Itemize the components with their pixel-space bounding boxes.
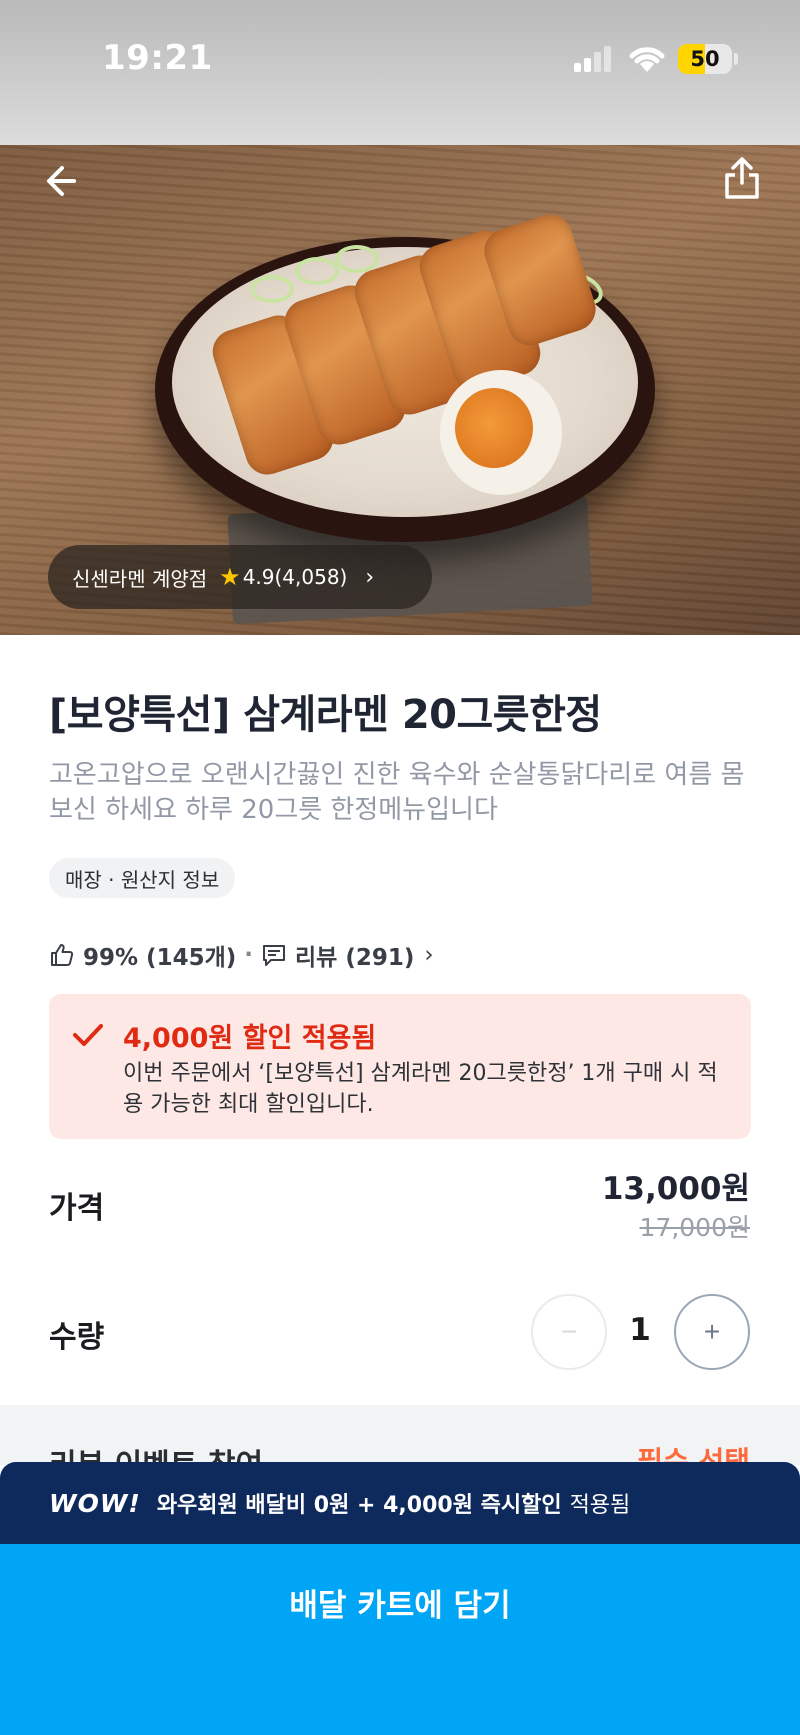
quantity-label: 수량 xyxy=(49,1320,105,1355)
review-count: 리뷰 (291) xyxy=(295,945,415,971)
wow-applied-text: 적용됨 xyxy=(569,1493,631,1518)
discount-notice: 4,000원 할인 적용됨 이번 주문에서 ‘[보양특선] 삼계라멘 20그릇한… xyxy=(49,994,751,1139)
share-icon[interactable] xyxy=(718,153,766,201)
wow-logo: WOW! xyxy=(49,1488,141,1518)
like-percentage: 99% (145개) xyxy=(83,945,237,971)
thumbs-up-icon xyxy=(51,944,74,966)
price-label: 가격 xyxy=(49,1191,105,1226)
store-info-button[interactable]: 신센라멘 계양점 ★ 4.9(4,058) › xyxy=(48,545,432,609)
wow-benefit-text: 와우회원 배달비 0원 + 4,000원 즉시할인 xyxy=(156,1493,562,1518)
cellular-signal-icon xyxy=(574,46,612,72)
chevron-right-icon: › xyxy=(424,942,434,968)
product-image: 신센라멘 계양점 ★ 4.9(4,058) › xyxy=(0,145,800,635)
status-time: 19:21 xyxy=(102,38,213,78)
current-price: 13,000원 xyxy=(601,1171,750,1207)
comment-icon xyxy=(263,945,286,966)
original-price: 17,000원 xyxy=(639,1213,750,1242)
battery-level: 50 xyxy=(690,47,720,71)
star-icon: ★ xyxy=(219,563,241,591)
store-name: 신센라멘 계양점 xyxy=(72,566,208,591)
product-description: 고온고압으로 오랜시간끓인 진한 육수와 순살통닭다리로 여름 몸보신 하세요 … xyxy=(49,760,745,825)
wifi-icon xyxy=(629,47,665,72)
check-icon xyxy=(73,1024,103,1046)
back-arrow-icon[interactable] xyxy=(40,157,88,205)
origin-info-chip[interactable]: 매장 · 원산지 정보 xyxy=(49,858,236,898)
review-stats[interactable]: 99% (145개) · 리뷰 (291) › xyxy=(49,938,434,972)
quantity-value: 1 xyxy=(629,1312,651,1348)
battery-icon: 50 xyxy=(678,44,732,74)
discount-headline: 4,000원 할인 적용됨 xyxy=(123,1023,377,1054)
discount-description: 이번 주문에서 ‘[보양특선] 삼계라멘 20그릇한정’ 1개 구매 시 적용 … xyxy=(123,1061,718,1117)
decrease-quantity-button[interactable]: − xyxy=(531,1294,607,1370)
chevron-right-icon: › xyxy=(365,564,375,590)
status-bar: 19:21 50 xyxy=(0,0,800,145)
wow-membership-banner: WOW! 와우회원 배달비 0원 + 4,000원 즉시할인 적용됨 xyxy=(0,1462,800,1544)
store-rating: 4.9(4,058) xyxy=(242,565,348,589)
product-title: [보양특선] 삼계라멘 20그릇한정 xyxy=(49,692,602,738)
add-to-cart-button[interactable]: 배달 카트에 담기 xyxy=(0,1544,800,1735)
increase-quantity-button[interactable]: + xyxy=(674,1294,750,1370)
